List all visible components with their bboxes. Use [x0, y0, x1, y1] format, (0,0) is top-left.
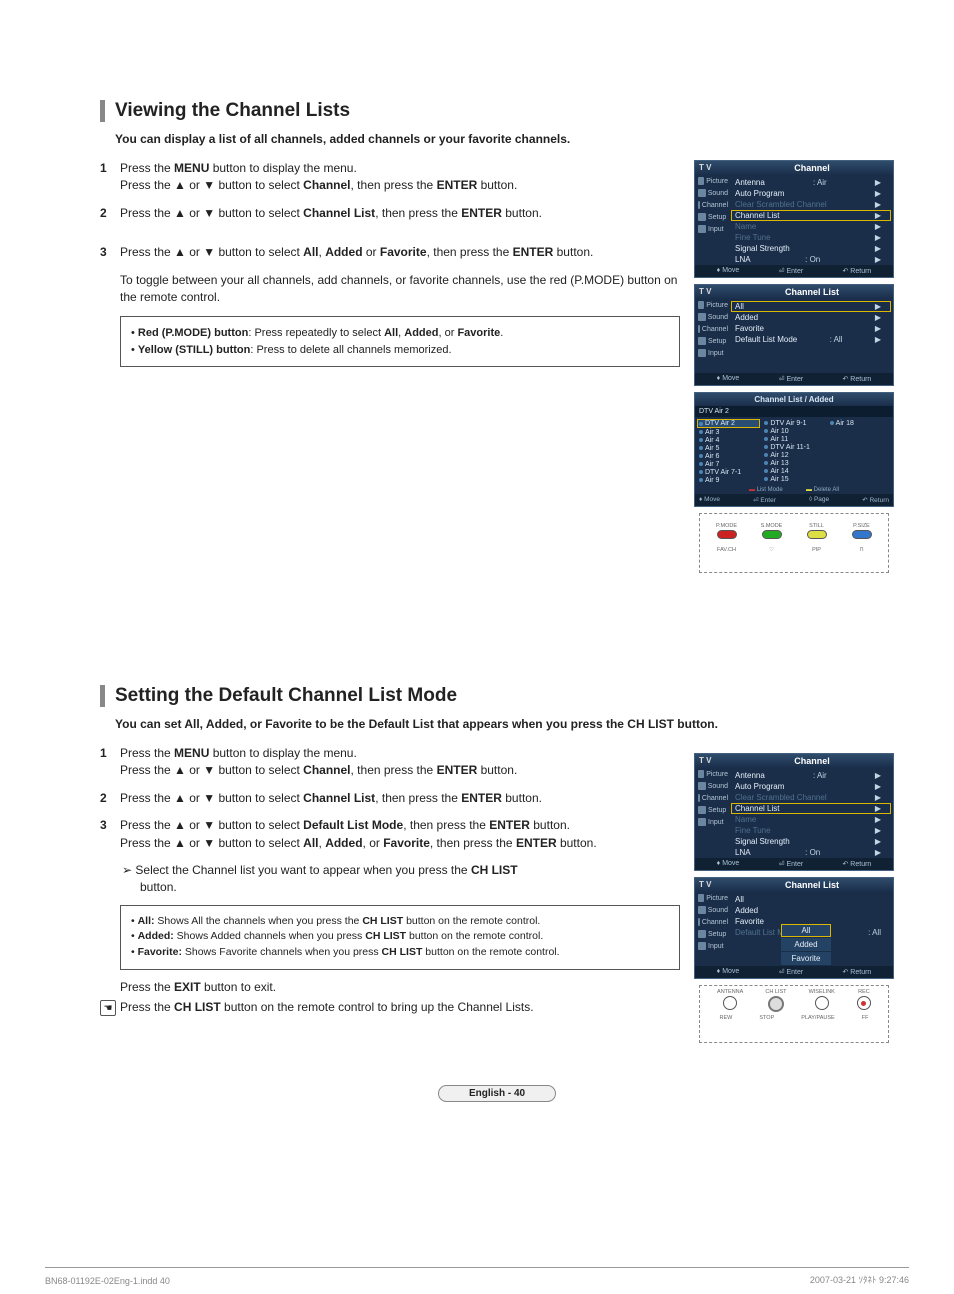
- osd-channellist-menu: T VChannel List Picture Sound Channel Se…: [694, 284, 894, 386]
- s2-step2: 2 Press the ▲ or ▼ button to select Chan…: [100, 790, 680, 807]
- hand-icon: ☚: [100, 1000, 116, 1016]
- grid-col1: DTV Air 2 Air 3 Air 4 Air 5 Air 6 Air 7 …: [697, 419, 760, 484]
- hand-line: ☚Press the CH LIST button on the remote …: [100, 1000, 680, 1016]
- smode-button-icon: [762, 530, 782, 539]
- footer-right: 2007-03-21 ｿﾀﾈﾄ 9:27:46: [810, 1273, 909, 1286]
- osd-row-finetune: Fine Tune▶: [731, 232, 891, 243]
- remote-illustration-1: P.MODE S.MODE STILL P.SIZE FAV.CH ♡ PIP …: [699, 513, 889, 573]
- s2-step3: 3 Press the ▲ or ▼ button to select Defa…: [100, 817, 680, 852]
- still-button-icon: [807, 530, 827, 539]
- section2-intro: You can set All, Added, or Favorite to b…: [100, 717, 894, 731]
- footer-divider: [45, 1267, 909, 1268]
- osd-row-clear: Clear Scrambled Channel▶: [731, 199, 891, 210]
- psize-button-icon: [852, 530, 872, 539]
- osd-row-autoprogram: Auto Program▶: [731, 188, 891, 199]
- step2: 2 Press the ▲ or ▼ button to select Chan…: [100, 205, 680, 222]
- menu-setup-icon: Setup: [695, 211, 731, 223]
- menu-sound-icon: Sound: [695, 187, 731, 199]
- option-all: All: [781, 924, 831, 937]
- osd-channel-menu-2: T VChannel Picture Sound Channel Setup I…: [694, 753, 894, 871]
- osd-row-lna: LNA: On▶: [731, 254, 891, 265]
- menu-channel-icon: Channel: [695, 199, 731, 211]
- option-added: Added: [781, 938, 831, 951]
- section1-title: Viewing the Channel Lists: [100, 100, 894, 122]
- section-defaultmode: Setting the Default Channel List Mode Yo…: [100, 685, 894, 1045]
- grid-col2: DTV Air 9-1 Air 10 Air 11 DTV Air 11-1 A…: [762, 419, 825, 484]
- osd-row-added: Added▶: [731, 312, 891, 323]
- s2-step1: 1 Press the MENU button to display the m…: [100, 745, 680, 780]
- osd-channel-menu: T VChannel Picture Sound Channel Setup I…: [694, 160, 894, 278]
- osd-row-signal: Signal Strength▶: [731, 243, 891, 254]
- osd-channellist-menu-2: T VChannel List Picture Sound Channel Se…: [694, 877, 894, 979]
- osd-row-favorite: Favorite▶: [731, 323, 891, 334]
- section2-title: Setting the Default Channel List Mode: [100, 685, 894, 707]
- step1: 1 Press the MENU button to display the m…: [100, 160, 680, 195]
- section1-intro: You can display a list of all channels, …: [100, 132, 894, 146]
- grid-col3: Air 18: [828, 419, 891, 484]
- wiselink-button-icon: [815, 996, 829, 1010]
- osd-channel-grid: Channel List / Added DTV Air 2 DTV Air 2…: [694, 392, 894, 507]
- osd-row-defaultlistmode: Default List Mode: All▶: [731, 334, 891, 345]
- osd-row-all: All▶: [731, 301, 891, 312]
- exit-line: Press the EXIT button to exit.: [120, 980, 680, 994]
- info-box-1: • Red (P.MODE) button: Press repeatedly …: [120, 316, 680, 367]
- chlist-button-icon: [768, 996, 784, 1012]
- osd-row-channellist: Channel List▶: [731, 210, 891, 221]
- step3: 3 Press the ▲ or ▼ button to select All,…: [100, 244, 680, 306]
- note-arrow: ➢ Select the Channel list you want to ap…: [122, 862, 680, 897]
- antenna-button-icon: [723, 996, 737, 1010]
- option-favorite: Favorite: [781, 952, 831, 965]
- menu-input-icon: Input: [695, 223, 731, 235]
- rec-button-icon: [857, 996, 871, 1010]
- page-number: English - 40: [100, 1085, 894, 1102]
- osd-row-antenna: Antenna: Air▶: [731, 177, 891, 188]
- menu-picture-icon: Picture: [695, 175, 731, 187]
- pmode-button-icon: [717, 530, 737, 539]
- osd-row-name: Name▶: [731, 221, 891, 232]
- remote-illustration-2: ANTENNA CH LIST WISELINK REC REW STOP PL…: [699, 985, 889, 1043]
- footer-left: BN68-01192E-02Eng-1.indd 40: [45, 1276, 170, 1286]
- info-box-2: • All: Shows All the channels when you p…: [120, 905, 680, 970]
- section-viewing: Viewing the Channel Lists You can displa…: [100, 100, 894, 575]
